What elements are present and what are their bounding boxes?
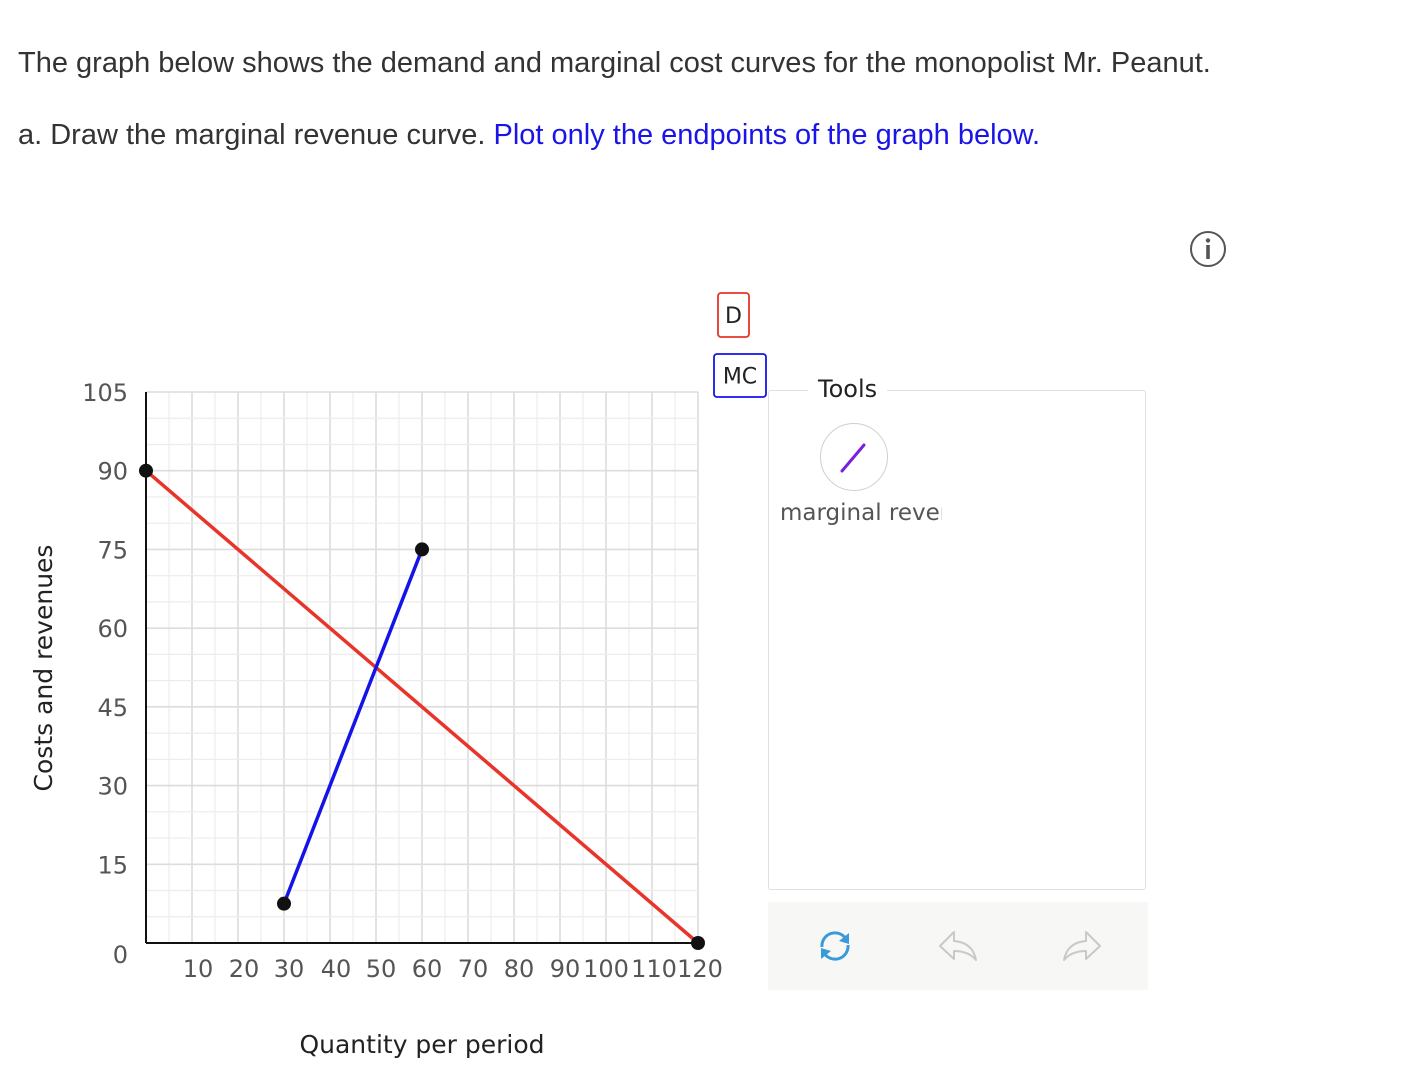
x-tick-label: 80 [504,955,535,983]
x-tick-label: 50 [366,955,397,983]
d-endpoint[interactable] [139,463,153,478]
y-axis-label: Costs and revenues [29,545,58,792]
y-tick-label: 105 [82,379,128,407]
y-tick-label: 0 [113,941,128,969]
redo-icon[interactable] [1058,922,1106,970]
d-legend-label: D [725,304,742,329]
action-bar [768,902,1148,990]
legend: D MC [713,292,767,398]
mc-legend-label: MC [723,365,757,390]
x-tick-label: 40 [321,955,352,983]
x-tick-label: 30 [274,955,305,983]
d-endpoint[interactable] [691,936,705,950]
undo-icon[interactable] [934,922,982,970]
x-tick-label: 70 [458,955,489,983]
question-text: The graph below shows the demand and mar… [18,47,1211,79]
x-axis-label: Quantity per period [299,1030,544,1059]
x-tick-label: 110 [631,955,677,983]
x-tick-labels: 10 20 30 40 50 60 70 80 90 100 110 120 [183,955,723,983]
y-tick-label: 15 [97,851,128,879]
instruction-text: a. Draw the marginal revenue curve. Plot… [18,121,1040,150]
grid [146,391,699,943]
line-tool-icon [840,443,866,473]
reset-icon[interactable] [811,922,859,970]
instruction-highlight: Plot only the endpoints of the graph bel… [493,119,1041,151]
x-tick-label: 100 [583,955,629,983]
info-icon[interactable] [1188,229,1228,269]
marginal-revenue-tool-label: marginal revenue [780,500,942,526]
x-tick-label: 20 [229,955,260,983]
y-tick-label: 75 [97,536,128,564]
x-tick-label: 10 [183,955,214,983]
x-tick-label: 90 [550,955,581,983]
marginal-revenue-tool-button[interactable] [820,423,888,491]
x-tick-label: 120 [677,955,723,983]
instruction-prefix: a. Draw the marginal revenue curve. [18,119,486,151]
y-tick-label: 90 [97,458,128,486]
mc-endpoint[interactable] [277,896,291,911]
graph-area[interactable]: 0153045607590105 10 20 30 40 50 60 70 80 90 100 11… [0,280,770,1080]
y-tick-label: 30 [97,773,128,801]
y-tick-labels: 0 15 30 45 60 75 90 105 [82,379,128,969]
mc-endpoint[interactable] [415,542,429,557]
tools-title: Tools [808,373,888,405]
y-tick-label: 45 [97,694,128,722]
y-tick-label: 60 [97,615,128,643]
x-tick-label: 60 [412,955,443,983]
